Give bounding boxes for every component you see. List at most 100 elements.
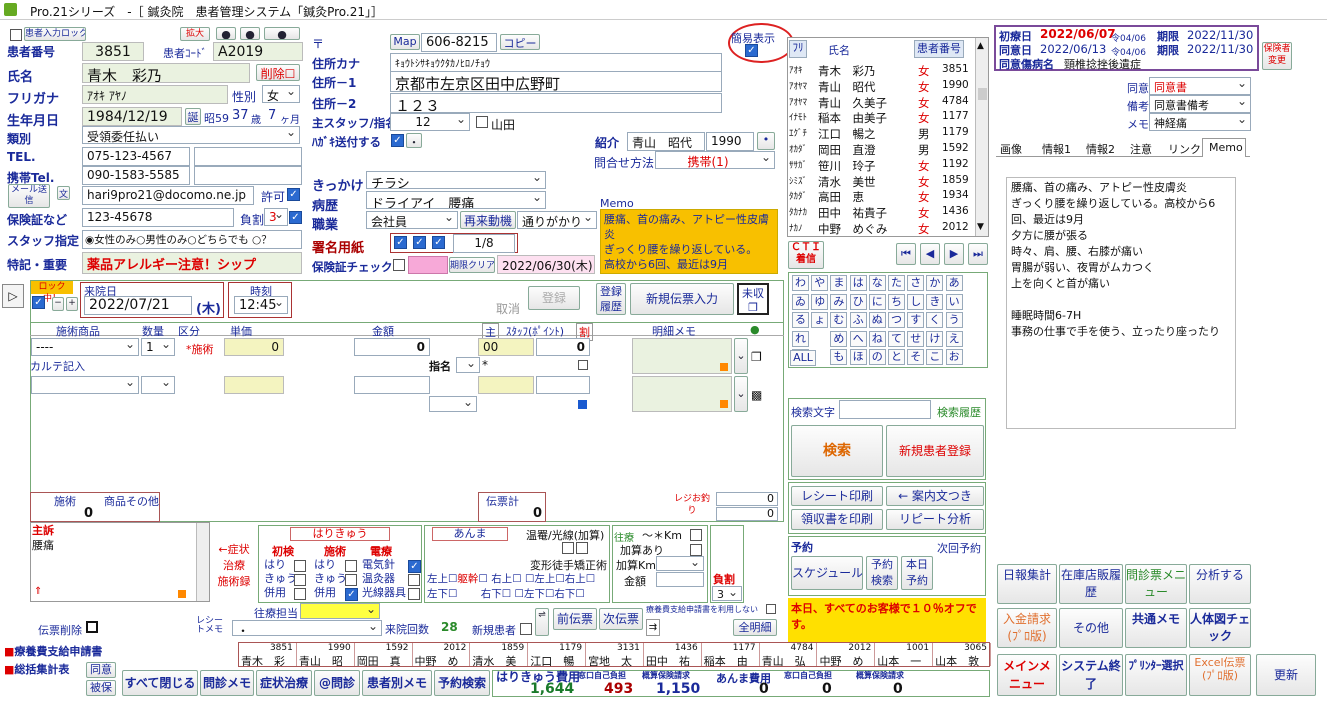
- daily-report-button[interactable]: 日報集計: [997, 564, 1057, 604]
- row2-staff-field[interactable]: [478, 376, 534, 394]
- stock-history-button[interactable]: 在庫店販履歴: [1059, 564, 1123, 604]
- expire-field[interactable]: 2022/06/30(木): [497, 255, 595, 274]
- kana-all-button[interactable]: ALL: [790, 350, 816, 366]
- consent-memo-select[interactable]: 神経痛: [1149, 113, 1251, 131]
- map-button[interactable]: Map: [390, 34, 420, 50]
- kana-key[interactable]: や: [811, 275, 829, 291]
- row1-memo-dropdown[interactable]: ⌄: [734, 338, 748, 374]
- memo-box[interactable]: 腰痛、首の痛み、アトピー性皮膚炎 ぎっくり腰を繰り返している。 高校から6回、最…: [600, 209, 778, 274]
- row1-item-select[interactable]: ----: [31, 338, 139, 356]
- repeat-analysis-button[interactable]: リピート分析: [886, 509, 984, 530]
- list-item[interactable]: ﾀｶﾀﾞ 高田 恵 女 1934: [788, 188, 976, 204]
- payment-claim-button[interactable]: 入金請求(ﾌﾟﾛ版): [997, 608, 1057, 648]
- kana-key[interactable]: ょ: [811, 312, 829, 328]
- mobile-extra-field[interactable]: [194, 166, 302, 185]
- kana-key[interactable]: れ: [792, 330, 809, 347]
- row1-staff-field[interactable]: 00: [478, 338, 534, 356]
- close-all-button[interactable]: すべて閉じる: [122, 670, 198, 696]
- postal-field[interactable]: 606-8215: [421, 33, 497, 52]
- intro-name-field[interactable]: 青山 昭代: [627, 132, 705, 151]
- type-select[interactable]: 受領委任払い: [82, 126, 300, 144]
- furigana-field[interactable]: ｱｵｷ ｱﾔﾉ: [82, 85, 228, 104]
- electric-warmer-check[interactable]: [408, 574, 420, 586]
- list-item[interactable]: ﾀｶﾅｶ 田中 祐貴子 女 1436: [788, 204, 976, 220]
- sign-check-1[interactable]: ✓: [394, 236, 407, 249]
- warm-check-2[interactable]: [576, 542, 588, 554]
- consent-select[interactable]: 同意書: [1149, 77, 1251, 95]
- next-record-button[interactable]: ▶: [944, 243, 964, 265]
- treat-kyu-check[interactable]: [345, 574, 357, 586]
- row2-qty-select[interactable]: [141, 376, 175, 394]
- job-select[interactable]: 会社員: [366, 211, 458, 229]
- sex-select[interactable]: 女: [262, 85, 300, 103]
- history-select[interactable]: ドライアイ 腰痛: [366, 191, 546, 209]
- register-button[interactable]: 登録: [528, 286, 580, 310]
- list-header-id[interactable]: 患者番号: [914, 40, 964, 58]
- row1-check[interactable]: [578, 360, 588, 370]
- kana-key[interactable]: へ: [849, 330, 867, 347]
- recent-patient[interactable]: 1179 江口 暢: [528, 643, 587, 666]
- delete-slip-button[interactable]: [86, 621, 98, 633]
- staff-radio-group[interactable]: ◉女性のみ○男性のみ○どちらでも ○？: [82, 230, 302, 249]
- ouryo-addkm-select[interactable]: [656, 556, 704, 571]
- recent-patient[interactable]: 1859 清水 美: [470, 643, 529, 666]
- kana-key[interactable]: し: [907, 293, 925, 310]
- kana-key[interactable]: ひ: [849, 293, 867, 310]
- note-field[interactable]: 薬品アレルギー注意！シップ: [82, 252, 302, 274]
- printer-select-button[interactable]: ﾌﾟﾘﾝﾀｰ選択: [1125, 654, 1187, 696]
- ouryo-burden-select[interactable]: 3: [712, 586, 742, 601]
- row1-copy-icon[interactable]: ❐: [751, 350, 762, 364]
- recent-patient[interactable]: 1436 田中 祐: [644, 643, 702, 666]
- kana-key[interactable]: ゐ: [792, 293, 809, 310]
- tel-extra-field[interactable]: [194, 147, 302, 166]
- kana-key[interactable]: ほ: [849, 349, 867, 365]
- cancel-button[interactable]: 取消: [496, 300, 520, 317]
- enlarge-button[interactable]: 拡大: [180, 27, 210, 41]
- name-field[interactable]: 青木 彩乃: [82, 63, 250, 83]
- kana-key[interactable]: す: [907, 312, 925, 328]
- first-both-check[interactable]: [294, 588, 306, 600]
- guide-button[interactable]: ← 案内文つき: [886, 486, 984, 506]
- kana-key[interactable]: わ: [792, 275, 809, 291]
- radio-button-2[interactable]: ●: [240, 27, 260, 40]
- row2-memo-dropdown[interactable]: ⌄: [734, 376, 748, 412]
- insured-button[interactable]: 被保: [86, 680, 116, 696]
- kana-key[interactable]: つ: [888, 312, 905, 328]
- kana-key[interactable]: い: [945, 293, 963, 310]
- inquiry-select[interactable]: 携帯(1): [655, 151, 775, 169]
- check-checkbox[interactable]: [393, 259, 405, 271]
- cti-button[interactable]: ＣＴＩ着信: [788, 241, 824, 269]
- electric-light-check[interactable]: [408, 588, 420, 600]
- search-input[interactable]: [839, 400, 931, 419]
- recent-patient[interactable]: 1177 稲本 由: [702, 643, 760, 666]
- recent-patient[interactable]: 2012 中野 め: [817, 643, 876, 666]
- reservation-search-button[interactable]: 予約検索: [866, 556, 898, 590]
- plus-button[interactable]: +: [66, 297, 78, 311]
- list-item[interactable]: ｵｶﾀﾞ 岡田 直澄 男 1592: [788, 141, 976, 157]
- list-header-kana[interactable]: ﾌﾘ: [789, 40, 807, 58]
- list-item[interactable]: ｱｵｷ 青木 彩乃 女 3851: [788, 62, 976, 78]
- radio-either[interactable]: ○どちらでも: [187, 234, 248, 246]
- radio-male-only[interactable]: ○男性のみ: [136, 234, 187, 246]
- all-detail-button[interactable]: 全明細: [733, 619, 777, 636]
- list-item[interactable]: ｴｸﾞﾁ 江口 暢之 男 1179: [788, 125, 976, 141]
- row2-memo-field[interactable]: [632, 376, 732, 412]
- burden-select[interactable]: 3: [264, 208, 288, 226]
- prev-slip-button[interactable]: 前伝票: [553, 608, 597, 630]
- dob-field[interactable]: 1984/12/19: [82, 107, 182, 126]
- tab-info1[interactable]: 情報1: [1042, 141, 1071, 157]
- first-record-button[interactable]: ⏮: [896, 243, 916, 265]
- recent-patients-strip[interactable]: 3851 青木 彩 1990 青山 昭 1592 岡田 真 2012 中野 め 1859 清水 美…: [238, 642, 991, 667]
- patient-code-field[interactable]: A2019: [213, 42, 303, 61]
- radio-button-3[interactable]: ●: [264, 27, 300, 40]
- simple-view-checkbox[interactable]: ✓: [745, 44, 758, 57]
- claim-link[interactable]: ■療養費支給申請書: [4, 643, 102, 659]
- lock-check[interactable]: ✓: [32, 296, 45, 309]
- kana-key[interactable]: め: [830, 330, 848, 347]
- kana-key[interactable]: け: [926, 330, 944, 347]
- kana-key[interactable]: む: [830, 312, 848, 328]
- prev-record-button[interactable]: ◀: [920, 243, 940, 265]
- kana-key[interactable]: ゆ: [811, 293, 829, 310]
- questionnaire-menu-button[interactable]: 問診票メニュー: [1125, 564, 1187, 604]
- question-memo-button[interactable]: 問診メモ: [200, 670, 254, 696]
